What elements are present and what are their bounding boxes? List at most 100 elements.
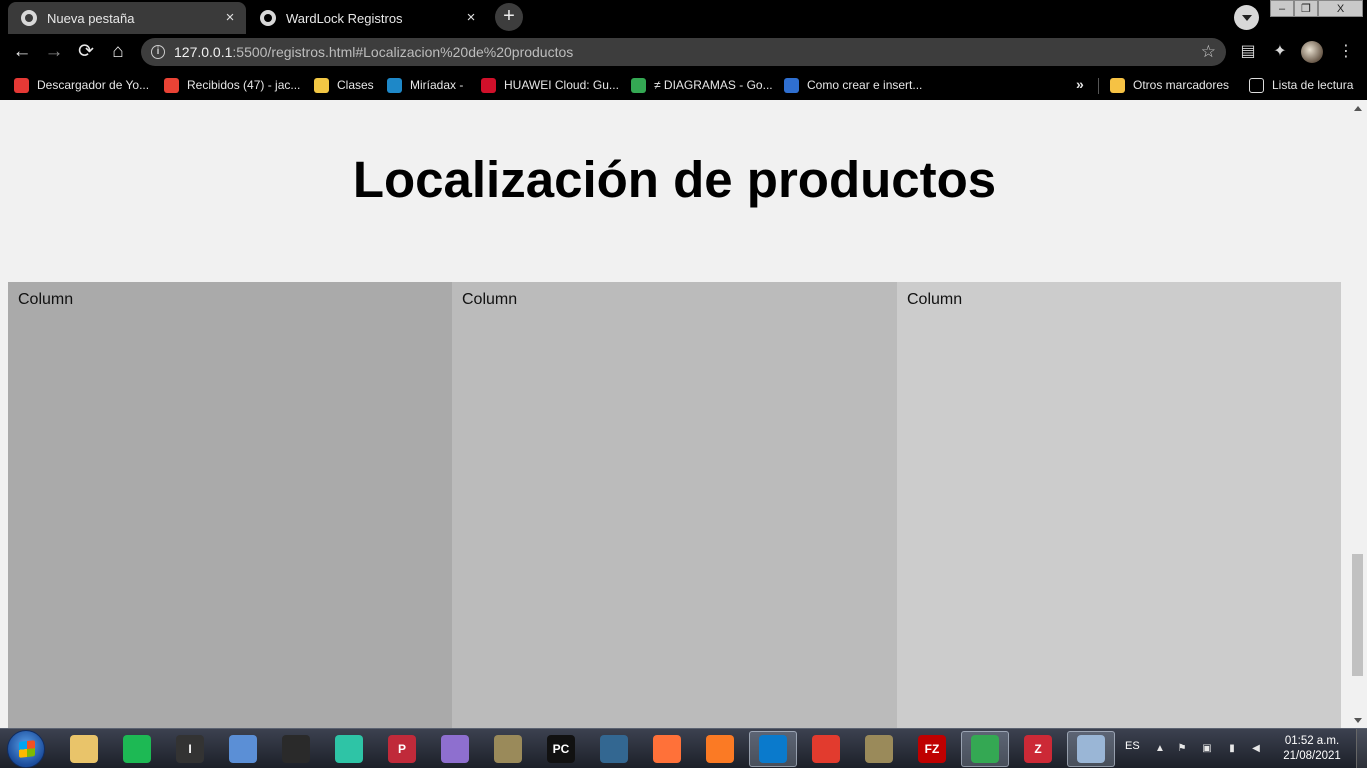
- scroll-up-arrow-icon[interactable]: [1354, 106, 1362, 111]
- tab-strip: Nueva pestaña × WardLock Registros × + –…: [0, 0, 1367, 34]
- taskbar-app-xampp[interactable]: [696, 731, 744, 767]
- spotify-icon: [123, 735, 151, 763]
- page-title: Localización de productos: [352, 151, 997, 208]
- address-bar[interactable]: i 127.0.0.1:5500/registros.html#Localiza…: [141, 38, 1226, 66]
- start-button[interactable]: [7, 730, 45, 768]
- vertical-scrollbar[interactable]: [1349, 100, 1367, 728]
- home-button[interactable]: ⌂: [104, 38, 132, 66]
- taskbar-app-app-i[interactable]: I: [166, 731, 214, 767]
- folder-icon: [1110, 77, 1125, 93]
- close-window-button[interactable]: X: [1318, 0, 1363, 17]
- screen: Nueva pestaña × WardLock Registros × + –…: [0, 0, 1367, 768]
- app-i-icon: I: [176, 735, 204, 763]
- column-label: Column: [462, 291, 518, 308]
- other-bookmarks[interactable]: Otros marcadores: [1110, 76, 1229, 94]
- xmind-icon: [812, 735, 840, 763]
- menu-icon[interactable]: ⋮: [1332, 38, 1360, 66]
- columns-row: Column Column Column: [8, 282, 1341, 728]
- network-signal-icon[interactable]: ▮: [1226, 743, 1238, 755]
- windows-taskbar: I P PC FZ Z ES ▲ ⚑ ▣ ▮ ◀ 01:52 a.m. 21/08/20…: [0, 728, 1367, 768]
- gmail-icon: [164, 77, 179, 93]
- bookmark-item[interactable]: Descargador de Yo...: [14, 76, 149, 94]
- column-2: Column: [452, 282, 897, 728]
- taskbar-app-app-p[interactable]: P: [378, 731, 426, 767]
- firefox-icon: [653, 735, 681, 763]
- taskbar-app-paint[interactable]: [1067, 731, 1115, 767]
- tab-title: WardLock Registros: [286, 10, 403, 26]
- more-bookmarks-icon[interactable]: »: [1076, 76, 1084, 92]
- app-p-icon: P: [388, 735, 416, 763]
- taskbar-app-filezilla[interactable]: FZ: [908, 731, 956, 767]
- site-info-icon[interactable]: i: [151, 45, 165, 59]
- column-3: Column: [897, 282, 1341, 728]
- bookmark-item[interactable]: HUAWEI Cloud: Gu...: [481, 76, 619, 94]
- tab-nueva-pestana[interactable]: Nueva pestaña ×: [8, 2, 246, 34]
- page-viewport: Localización de productos Column Column …: [0, 100, 1367, 728]
- forward-button[interactable]: →: [40, 38, 68, 66]
- bookmark-star-icon[interactable]: ☆: [1201, 42, 1216, 62]
- reading-mode-icon[interactable]: ▤: [1234, 38, 1262, 66]
- taskbar-app-scanner[interactable]: [484, 731, 532, 767]
- tab-wardlock-registros[interactable]: WardLock Registros ×: [247, 2, 487, 34]
- bookmark-item[interactable]: Como crear e insert...: [784, 76, 922, 94]
- url-text[interactable]: 127.0.0.1:5500/registros.html#Localizaci…: [174, 44, 573, 60]
- column-label: Column: [907, 291, 963, 308]
- taskbar-app-gem[interactable]: [431, 731, 479, 767]
- bookmark-item[interactable]: Clases: [314, 76, 374, 94]
- extensions-icon[interactable]: ✦: [1266, 38, 1294, 66]
- paint-icon: [1077, 735, 1105, 763]
- language-indicator[interactable]: ES: [1125, 740, 1140, 768]
- file-explorer-icon: [70, 735, 98, 763]
- volume-muted-icon[interactable]: ◀: [1250, 743, 1262, 755]
- chrome-icon: [971, 735, 999, 763]
- taskbar-app-zotero[interactable]: Z: [1014, 731, 1062, 767]
- device-icon[interactable]: ▣: [1201, 743, 1213, 755]
- system-clock[interactable]: 01:52 a.m. 21/08/2021: [1278, 734, 1346, 764]
- show-hidden-icons-icon[interactable]: ▲: [1154, 743, 1166, 755]
- taskbar-app-xmind[interactable]: [802, 731, 850, 767]
- taskbar-app-file-explorer[interactable]: [60, 731, 108, 767]
- taskbar-app-pycharm[interactable]: PC: [537, 731, 585, 767]
- vscode-icon: [759, 735, 787, 763]
- close-tab-icon[interactable]: ×: [463, 10, 479, 26]
- filmora-icon: [335, 735, 363, 763]
- zotero-icon: Z: [1024, 735, 1052, 763]
- bookmark-item[interactable]: ≠ DIAGRAMAS - Go...: [631, 76, 773, 94]
- taskbar-app-obs[interactable]: [272, 731, 320, 767]
- taskbar-app-vscode[interactable]: [749, 731, 797, 767]
- huawei-icon: [481, 77, 496, 93]
- new-tab-button[interactable]: +: [495, 3, 523, 31]
- globe-favicon-icon: [260, 10, 276, 26]
- bookmark-item[interactable]: Recibidos (47) - jac...: [164, 76, 300, 94]
- filezilla-icon: FZ: [918, 735, 946, 763]
- profile-avatar[interactable]: [1301, 41, 1323, 63]
- action-center-flag-icon[interactable]: ⚑: [1176, 743, 1188, 755]
- taskbar-app-spotify[interactable]: [113, 731, 161, 767]
- gem-icon: [441, 735, 469, 763]
- reading-list-icon: [1249, 77, 1264, 93]
- column-1: Column: [8, 282, 452, 728]
- scroll-down-arrow-icon[interactable]: [1354, 718, 1362, 723]
- show-desktop-button[interactable]: [1356, 729, 1367, 768]
- taskbar-app-postgresql[interactable]: [590, 731, 638, 767]
- taskbar-app-virtualbox[interactable]: [219, 731, 267, 767]
- bookmark-page-icon: [784, 77, 799, 93]
- reload-button[interactable]: ⟳: [72, 38, 100, 66]
- bookmark-item[interactable]: Miríadax -: [387, 76, 463, 94]
- taskbar-app-chrome[interactable]: [961, 731, 1009, 767]
- reading-list[interactable]: Lista de lectura: [1249, 76, 1353, 94]
- back-button[interactable]: ←: [8, 38, 36, 66]
- clock-time: 01:52 a.m.: [1284, 735, 1340, 747]
- taskbar-app-filmora[interactable]: [325, 731, 373, 767]
- tab-search-button[interactable]: [1234, 5, 1259, 30]
- minimize-button[interactable]: –: [1270, 0, 1294, 17]
- taskbar-app-firefox[interactable]: [643, 731, 691, 767]
- maximize-button[interactable]: ❐: [1294, 0, 1318, 17]
- taskbar-app-scanner-2[interactable]: [855, 731, 903, 767]
- close-tab-icon[interactable]: ×: [222, 10, 238, 26]
- scrollbar-thumb[interactable]: [1352, 554, 1363, 676]
- obs-icon: [282, 735, 310, 763]
- google-drive-icon: [631, 77, 646, 93]
- pycharm-icon: PC: [547, 735, 575, 763]
- scanner-2-icon: [865, 735, 893, 763]
